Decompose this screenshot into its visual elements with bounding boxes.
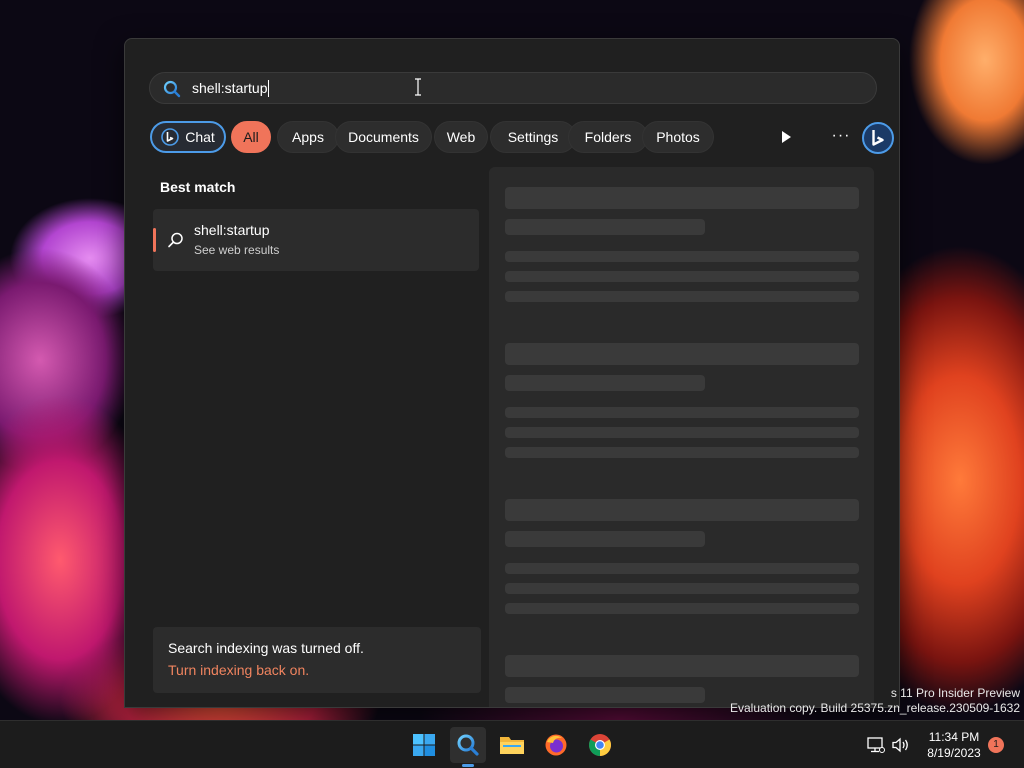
filter-web-label: Web (446, 129, 476, 145)
best-match-heading: Best match (160, 179, 236, 195)
scroll-filters-right-icon[interactable] (777, 128, 795, 146)
search-input[interactable]: shell:startup (192, 78, 792, 98)
taskbar-firefox-button[interactable] (538, 727, 574, 763)
selection-accent (153, 228, 156, 252)
i-beam-cursor-icon (415, 78, 421, 96)
filter-all-label: All (243, 129, 259, 145)
turn-indexing-on-link[interactable]: Turn indexing back on. (168, 662, 309, 678)
network-icon[interactable] (866, 735, 886, 755)
skeleton-block (505, 531, 705, 547)
search-icon (168, 232, 183, 248)
search-icon (163, 80, 181, 98)
skeleton-block (505, 447, 859, 458)
chrome-icon (589, 734, 611, 756)
bing-chat-icon (161, 128, 180, 146)
skeleton-block (505, 603, 859, 614)
preview-pane (489, 167, 874, 707)
skeleton-block (505, 563, 859, 574)
result-title: shell:startup (194, 222, 270, 238)
indexing-message: Search indexing was turned off. (168, 640, 364, 656)
filter-folders-label: Folders (584, 129, 632, 145)
skeleton-block (505, 687, 705, 703)
firefox-icon (545, 734, 567, 756)
filter-settings-label: Settings (507, 129, 559, 145)
filter-chat-label: Chat (185, 129, 215, 145)
skeleton-block (505, 343, 859, 365)
filter-apps-label: Apps (292, 129, 324, 145)
windows-logo-icon (413, 734, 435, 756)
skeleton-block (505, 271, 859, 282)
taskbar-search-button[interactable] (450, 727, 486, 763)
filter-apps-button[interactable]: Apps (277, 121, 339, 153)
taskbar-clock[interactable]: 11:34 PM 8/19/2023 (918, 729, 990, 761)
folder-icon (500, 737, 524, 754)
watermark-line-2: Evaluation copy. Build 25375.zn_release.… (730, 701, 1020, 715)
skeleton-block (505, 219, 705, 235)
skeleton-block (505, 655, 859, 677)
evaluation-watermark: s 11 Pro Insider Preview Evaluation copy… (730, 686, 1020, 716)
skeleton-block (505, 291, 859, 302)
taskbar-file-explorer-button[interactable] (494, 727, 530, 763)
text-caret (268, 79, 270, 97)
result-subtitle: See web results (194, 243, 280, 257)
skeleton-block (505, 407, 859, 418)
taskbar-start-button[interactable] (406, 727, 442, 763)
taskbar: 11:34 PM 8/19/2023 1 (0, 720, 1024, 768)
search-query-text: shell:startup (192, 80, 268, 96)
notification-badge[interactable]: 1 (988, 737, 1004, 753)
more-filters-label: ··· (831, 127, 851, 144)
search-box[interactable]: shell:startup (149, 72, 877, 104)
clock-time: 11:34 PM (928, 730, 980, 744)
filter-documents-button[interactable]: Documents (335, 121, 432, 153)
skeleton-block (505, 187, 859, 209)
filter-photos-button[interactable]: Photos (642, 121, 714, 153)
more-filters-button[interactable]: ··· (827, 125, 855, 149)
filter-folders-button[interactable]: Folders (568, 121, 648, 153)
skeleton-block (505, 375, 705, 391)
skeleton-block (505, 251, 859, 262)
volume-icon[interactable] (890, 735, 910, 755)
bing-icon[interactable] (861, 121, 895, 155)
skeleton-block (505, 427, 859, 438)
filter-chat-button[interactable]: Chat (150, 121, 226, 153)
filter-documents-label: Documents (348, 129, 419, 145)
indexing-notice: Search indexing was turned off. Turn ind… (153, 627, 481, 693)
taskbar-chrome-button[interactable] (582, 727, 618, 763)
filter-all-button[interactable]: All (231, 121, 271, 153)
filter-web-button[interactable]: Web (434, 121, 488, 153)
filter-settings-button[interactable]: Settings (490, 121, 576, 153)
clock-date: 8/19/2023 (927, 746, 981, 760)
search-icon (457, 734, 479, 756)
skeleton-block (505, 499, 859, 521)
skeleton-block (505, 583, 859, 594)
filter-photos-label: Photos (656, 129, 700, 145)
result-item-web-search[interactable]: shell:startup See web results (153, 209, 479, 271)
active-app-indicator (462, 764, 474, 767)
search-flyout: shell:startup Chat All Apps Documents We… (124, 38, 900, 708)
watermark-line-1: s 11 Pro Insider Preview (890, 686, 1020, 700)
